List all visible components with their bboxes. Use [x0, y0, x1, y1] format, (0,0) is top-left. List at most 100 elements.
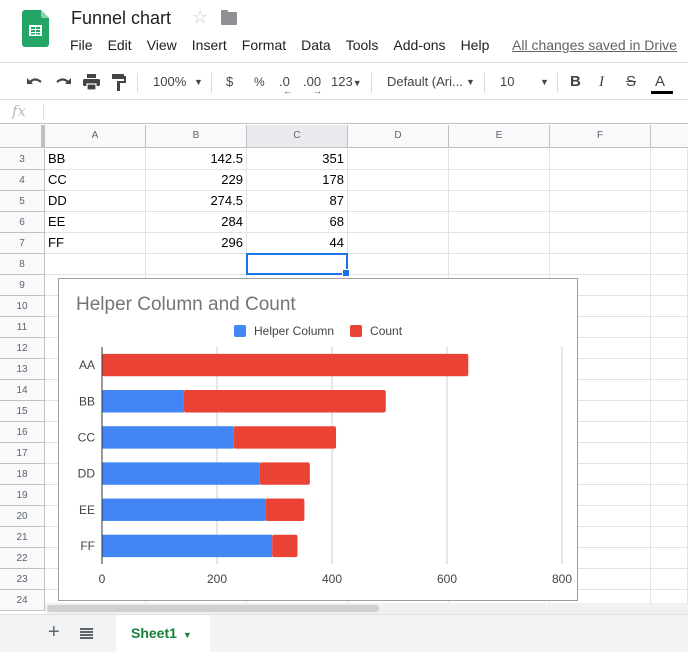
redo-icon[interactable]	[54, 74, 72, 90]
chart[interactable]: Helper Column and Count Helper Column Co…	[58, 278, 578, 601]
cell[interactable]	[45, 254, 146, 275]
cell[interactable]	[348, 233, 449, 254]
cell[interactable]	[348, 149, 449, 170]
cell[interactable]: 44	[247, 233, 348, 254]
menu-edit[interactable]: Edit	[108, 37, 132, 53]
undo-icon[interactable]	[26, 74, 44, 90]
row-header[interactable]: 21	[0, 527, 45, 548]
italic-button[interactable]: I	[599, 63, 604, 101]
row-header[interactable]: 17	[0, 443, 45, 464]
cell[interactable]	[651, 527, 688, 548]
folder-icon[interactable]	[221, 10, 237, 25]
cell[interactable]	[651, 233, 688, 254]
row-header[interactable]: 13	[0, 359, 45, 380]
column-header-c[interactable]: C	[247, 125, 348, 148]
column-header-b[interactable]: B	[146, 125, 247, 148]
text-color-button[interactable]: A	[651, 63, 673, 101]
row-header[interactable]: 16	[0, 422, 45, 443]
cell[interactable]	[651, 338, 688, 359]
cell[interactable]	[651, 191, 688, 212]
row-header[interactable]: 7	[0, 233, 45, 254]
chevron-down-icon[interactable]: ▼	[183, 630, 192, 640]
cell[interactable]	[651, 422, 688, 443]
cell[interactable]: BB	[45, 149, 146, 170]
cell[interactable]: 284	[146, 212, 247, 233]
cell[interactable]	[651, 380, 688, 401]
font-family-select[interactable]: Default (Ari...	[387, 63, 463, 101]
cell[interactable]: 68	[247, 212, 348, 233]
cell[interactable]: 178	[247, 170, 348, 191]
cell[interactable]	[348, 254, 449, 275]
cell[interactable]	[651, 359, 688, 380]
row-header[interactable]: 10	[0, 296, 45, 317]
cell[interactable]	[550, 170, 651, 191]
cell[interactable]	[651, 443, 688, 464]
cell[interactable]	[651, 548, 688, 569]
sheets-logo-icon[interactable]	[22, 10, 49, 47]
zoom-dropdown-icon[interactable]: ▼	[194, 63, 203, 101]
cell[interactable]	[651, 506, 688, 527]
cell[interactable]	[550, 212, 651, 233]
all-sheets-icon[interactable]	[80, 628, 93, 639]
strikethrough-button[interactable]: S	[626, 63, 636, 101]
menu-file[interactable]: File	[70, 37, 93, 53]
print-icon[interactable]	[83, 74, 100, 90]
increase-decimal-button[interactable]: .00 →	[303, 63, 322, 101]
more-formats-button[interactable]: 123▼	[331, 63, 362, 101]
cell[interactable]: CC	[45, 170, 146, 191]
star-icon[interactable]: ☆	[192, 7, 208, 28]
zoom-select[interactable]: 100%	[153, 63, 186, 101]
cell[interactable]	[449, 233, 550, 254]
cell[interactable]	[550, 149, 651, 170]
row-header[interactable]: 22	[0, 548, 45, 569]
cell[interactable]	[348, 212, 449, 233]
row-header[interactable]: 14	[0, 380, 45, 401]
cell[interactable]	[651, 485, 688, 506]
column-header-e[interactable]: E	[449, 125, 550, 148]
selected-cell-c8[interactable]	[246, 253, 350, 277]
add-sheet-button[interactable]: +	[48, 621, 60, 644]
menu-view[interactable]: View	[147, 37, 177, 53]
paint-format-icon[interactable]	[112, 74, 126, 91]
cell[interactable]: 142.5	[146, 149, 247, 170]
column-header-a[interactable]: A	[45, 125, 146, 148]
horizontal-scrollbar-thumb[interactable]	[47, 605, 379, 612]
menu-tools[interactable]: Tools	[346, 37, 379, 53]
menu-insert[interactable]: Insert	[192, 37, 227, 53]
column-header-f[interactable]: F	[550, 125, 651, 148]
cell[interactable]	[550, 233, 651, 254]
formula-input[interactable]	[50, 100, 680, 124]
column-header-g[interactable]	[651, 125, 688, 148]
row-header[interactable]: 24	[0, 590, 45, 611]
select-all-corner[interactable]	[0, 125, 45, 148]
cell[interactable]	[651, 275, 688, 296]
column-header-d[interactable]: D	[348, 125, 449, 148]
font-size-dropdown-icon[interactable]: ▼	[540, 63, 549, 101]
font-dropdown-icon[interactable]: ▼	[466, 63, 475, 101]
row-header[interactable]: 20	[0, 506, 45, 527]
cell[interactable]	[449, 191, 550, 212]
cell[interactable]	[550, 191, 651, 212]
menu-data[interactable]: Data	[301, 37, 331, 53]
sheet-tab-sheet1[interactable]: Sheet1 ▼	[116, 615, 210, 653]
cell[interactable]	[651, 317, 688, 338]
row-header[interactable]: 6	[0, 212, 45, 233]
cell[interactable]: FF	[45, 233, 146, 254]
cell[interactable]: 274.5	[146, 191, 247, 212]
cell[interactable]	[651, 212, 688, 233]
cell[interactable]	[348, 170, 449, 191]
cell[interactable]	[651, 569, 688, 590]
percent-format-button[interactable]: %	[254, 63, 265, 101]
menu-help[interactable]: Help	[461, 37, 490, 53]
row-header[interactable]: 5	[0, 191, 45, 212]
row-header[interactable]: 23	[0, 569, 45, 590]
font-size-select[interactable]: 10	[500, 63, 514, 101]
cell[interactable]	[348, 191, 449, 212]
cell[interactable]	[651, 149, 688, 170]
menu-addons[interactable]: Add-ons	[393, 37, 445, 53]
save-status-link[interactable]: All changes saved in Drive	[512, 37, 677, 53]
row-header[interactable]: 18	[0, 464, 45, 485]
cell[interactable]	[651, 401, 688, 422]
row-header[interactable]: 3	[0, 149, 45, 170]
cell[interactable]: EE	[45, 212, 146, 233]
